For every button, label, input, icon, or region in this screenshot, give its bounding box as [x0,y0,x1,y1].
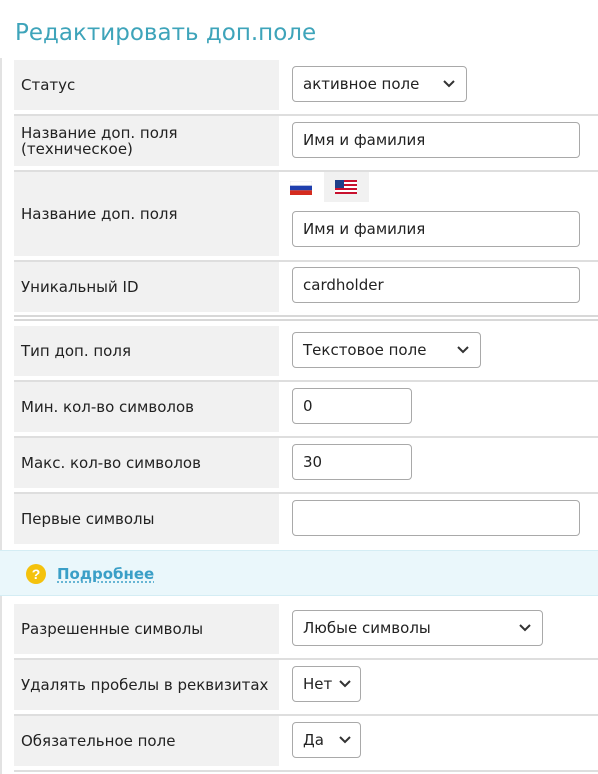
language-tabs [279,172,324,202]
allowed-chars-row: Разрешенные символы Любые символы [14,604,598,660]
max-chars-input-value: 30 [303,453,323,471]
chevron-down-icon [339,680,351,688]
info-panel: ? Подробнее [0,550,598,596]
name-input-value: Имя и фамилия [303,220,426,238]
type-select-value: Текстовое поле [303,341,427,359]
type-select[interactable]: Текстовое поле [292,332,481,368]
remove-spaces-select[interactable]: Нет [292,666,361,702]
page-title: Редактировать доп.поле [15,20,317,46]
us-flag-tab[interactable] [324,172,369,202]
min-chars-label: Мин. кол-во символов [14,382,279,432]
max-chars-input[interactable]: 30 [292,444,412,480]
remove-spaces-label: Удалять пробелы в реквизитах [14,660,279,710]
status-value-cell: активное поле [279,60,598,110]
unique-id-label: Уникальный ID [14,262,279,312]
more-info-link[interactable]: Подробнее [57,565,154,583]
first-chars-value-cell [279,494,598,544]
tech-name-label-text: Название доп. поля (техническое) [21,124,178,158]
min-chars-row: Мин. кол-во символов 0 [14,382,598,438]
name-row: Название доп. поля Имя и фамилия [14,172,598,262]
chevron-down-icon [519,624,531,632]
tech-name-label: Название доп. поля (техническое) [14,116,279,166]
status-row: Статус активное поле [14,60,598,116]
remove-spaces-row: Удалять пробелы в реквизитах Нет [14,660,598,716]
allowed-chars-label: Разрешенные символы [14,604,279,654]
first-chars-row: Первые символы [14,494,598,544]
name-label: Название доп. поля [14,172,279,256]
remove-spaces-value-cell: Нет [279,660,598,710]
type-value-cell: Текстовое поле [279,326,598,376]
tech-name-value-cell: Имя и фамилия [279,116,598,166]
required-select-value: Да [303,731,324,749]
allowed-chars-select-value: Любые символы [303,619,431,637]
tech-name-input-value: Имя и фамилия [303,131,426,149]
type-row: Тип доп. поля Текстовое поле [14,326,598,382]
chevron-down-icon [339,736,351,744]
max-chars-row: Макс. кол-во символов 30 [14,438,598,494]
status-select-value: активное поле [303,75,420,93]
section-divider [14,315,598,321]
allowed-chars-value-cell: Любые символы [279,604,598,654]
unique-id-input[interactable]: cardholder [292,267,580,303]
us-flag-icon [335,180,357,194]
row-divider [14,770,598,772]
remove-spaces-select-value: Нет [303,675,333,693]
chevron-down-icon [457,346,469,354]
required-row: Обязательное поле Да [14,716,598,772]
chevron-down-icon [443,80,455,88]
russia-flag-icon[interactable] [290,181,312,195]
first-chars-label: Первые символы [14,494,279,544]
required-label: Обязательное поле [14,716,279,766]
question-icon: ? [26,564,46,584]
first-chars-input[interactable] [292,500,580,536]
status-select[interactable]: активное поле [292,66,467,102]
name-value-cell: Имя и фамилия [279,172,598,256]
name-input[interactable]: Имя и фамилия [292,211,580,247]
tech-name-input[interactable]: Имя и фамилия [292,122,580,158]
required-value-cell: Да [279,716,598,766]
min-chars-value-cell: 0 [279,382,598,432]
type-label: Тип доп. поля [14,326,279,376]
min-chars-input[interactable]: 0 [292,388,412,424]
left-border [0,58,2,774]
min-chars-input-value: 0 [303,397,313,415]
allowed-chars-select[interactable]: Любые символы [292,610,543,646]
unique-id-row: Уникальный ID cardholder [14,262,598,312]
max-chars-label: Макс. кол-во символов [14,438,279,488]
required-select[interactable]: Да [292,722,361,758]
max-chars-value-cell: 30 [279,438,598,488]
unique-id-input-value: cardholder [303,276,384,294]
unique-id-value-cell: cardholder [279,262,598,312]
tech-name-row: Название доп. поля (техническое) Имя и ф… [14,116,598,172]
status-label: Статус [14,60,279,110]
